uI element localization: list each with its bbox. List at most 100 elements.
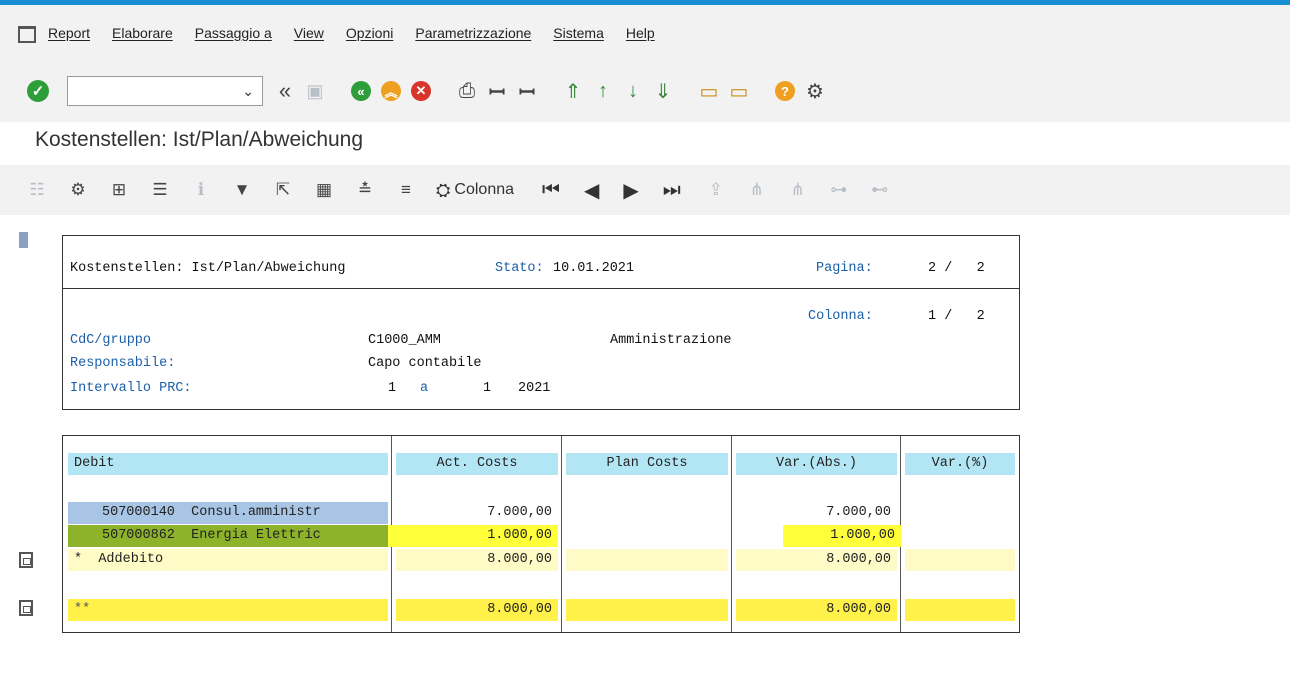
- var-abs-cell-highlighted[interactable]: 1.000,00: [783, 525, 901, 547]
- display-options-icon[interactable]: ⊞: [108, 179, 130, 201]
- intervallo-from: 1: [388, 381, 397, 396]
- menu-view[interactable]: View: [294, 25, 324, 41]
- command-field[interactable]: ⌄: [67, 76, 263, 106]
- help-icon[interactable]: ?: [773, 79, 797, 103]
- menu-window-icon[interactable]: [18, 25, 36, 43]
- save-icon[interactable]: ▣: [303, 79, 327, 103]
- menu-bar: Report Elaborare Passaggio a View Opzion…: [0, 5, 1290, 60]
- tree-collapse-icon[interactable]: ⋔: [787, 179, 809, 201]
- act-cost-cell[interactable]: 7.000,00: [396, 502, 558, 524]
- menu-elaborare[interactable]: Elaborare: [112, 25, 173, 41]
- subtotal-var-pct[interactable]: [905, 549, 1015, 571]
- next-page-icon[interactable]: ↓: [621, 79, 645, 103]
- subtotal-var-abs[interactable]: 8.000,00: [736, 549, 897, 571]
- account-number: 507000862: [102, 528, 175, 543]
- act-cost-cell-highlighted[interactable]: 1.000,00: [388, 525, 558, 547]
- report-header: Kostenstellen: Ist/Plan/Abweichung Stato…: [62, 235, 1020, 410]
- subtotal-label: Addebito: [98, 552, 164, 567]
- column-header-debit[interactable]: Debit: [68, 453, 388, 475]
- menu-opzioni[interactable]: Opzioni: [346, 25, 393, 41]
- ok-icon[interactable]: ✓: [27, 80, 49, 102]
- intervallo-a: a: [420, 381, 429, 396]
- shortcut-icon[interactable]: ▭: [727, 79, 751, 103]
- binoculars-icon: ⛭: [436, 179, 451, 200]
- colonna-button[interactable]: ⛭ Colonna: [436, 180, 514, 201]
- first-column-icon[interactable]: ⏮: [542, 179, 560, 202]
- var-pct-cell[interactable]: [905, 525, 1015, 547]
- account-number: 507000140: [102, 505, 175, 520]
- exit-icon[interactable]: ︽: [379, 79, 403, 103]
- tree-structure-icon[interactable]: ⊶: [828, 179, 850, 201]
- menu-sistema[interactable]: Sistema: [553, 25, 604, 41]
- total-expand-icon[interactable]: [19, 600, 33, 616]
- last-column-icon[interactable]: ⏭: [663, 179, 681, 202]
- calculator-icon[interactable]: ▦: [313, 179, 335, 201]
- cdc-value: C1000_AMM: [368, 333, 441, 348]
- subtotal-plan-cost[interactable]: [566, 549, 728, 571]
- cancel-icon[interactable]: ✕: [409, 79, 433, 103]
- first-page-icon[interactable]: ⇑: [561, 79, 585, 103]
- list-layout-icon[interactable]: ☰: [149, 179, 171, 201]
- chevron-down-icon[interactable]: ⌄: [242, 83, 254, 100]
- drilldown-icon[interactable]: ⇱: [272, 179, 294, 201]
- tree-expand-icon[interactable]: ⋔: [746, 179, 768, 201]
- row-marker[interactable]: [19, 232, 28, 248]
- column-header-var-abs[interactable]: Var.(Abs.): [736, 453, 897, 475]
- report-title: Kostenstellen: Ist/Plan/Abweichung: [70, 261, 346, 276]
- plan-cost-cell[interactable]: [566, 525, 728, 547]
- header-divider: [63, 288, 1019, 289]
- total-var-pct[interactable]: [905, 599, 1015, 621]
- pagina-value: 2 / 2: [928, 261, 985, 276]
- stato-label: Stato:: [495, 261, 544, 276]
- tree-network-icon[interactable]: ⊷: [869, 179, 891, 201]
- total-var-abs[interactable]: 8.000,00: [736, 599, 897, 621]
- customize-layout-icon[interactable]: ⚙: [803, 79, 827, 103]
- subtotal-marker: *: [74, 552, 83, 567]
- menu-passaggio-a[interactable]: Passaggio a: [195, 25, 272, 41]
- total-plan-cost[interactable]: [566, 599, 728, 621]
- back-icon[interactable]: «: [349, 79, 373, 103]
- intervallo-to: 1: [483, 381, 492, 396]
- info-icon[interactable]: ℹ: [190, 179, 212, 201]
- table-row-account[interactable]: 507000862 Energia Elettric: [68, 525, 388, 547]
- column-header-act-costs[interactable]: Act. Costs: [396, 453, 558, 475]
- last-page-icon[interactable]: ⇓: [651, 79, 675, 103]
- create-session-icon[interactable]: ▭: [697, 79, 721, 103]
- menu-help[interactable]: Help: [626, 25, 655, 41]
- menu-report[interactable]: Report: [48, 25, 90, 41]
- column-header-plan-costs[interactable]: Plan Costs: [566, 453, 728, 475]
- next-column-icon[interactable]: ▶: [623, 178, 638, 203]
- column-header-var-pct[interactable]: Var.(%): [905, 453, 1015, 475]
- var-abs-cell[interactable]: 7.000,00: [736, 502, 897, 524]
- subtotal-act-cost[interactable]: 8.000,00: [396, 549, 558, 571]
- back-double-arrow-icon[interactable]: «: [273, 78, 297, 103]
- subtotal-row-label[interactable]: * Addebito: [68, 549, 388, 571]
- total-row-label[interactable]: **: [68, 599, 388, 621]
- table-row-account[interactable]: 507000140 Consul.amministr: [68, 502, 388, 524]
- colonna-label: Colonna:: [808, 309, 873, 324]
- pagina-label: Pagina:: [816, 261, 873, 276]
- previous-column-icon[interactable]: ◀: [584, 178, 599, 203]
- responsabile-value: Capo contabile: [368, 356, 482, 371]
- find-icon[interactable]: ꟷ: [485, 79, 509, 104]
- subtotal-expand-icon[interactable]: [19, 552, 33, 568]
- previous-page-icon[interactable]: ↑: [591, 79, 615, 103]
- filter-icon[interactable]: ≡: [395, 179, 417, 201]
- hierarchy-icon[interactable]: ☷: [26, 179, 48, 201]
- standard-toolbar: ✓ ⌄ « ▣ « ︽ ✕ ⎙ ꟷ ꟷ ⇑ ↑ ↓ ⇓ ▭ ▭ ? ⚙: [0, 60, 1290, 122]
- call-report-icon[interactable]: ⚙: [67, 179, 89, 201]
- plan-cost-cell[interactable]: [566, 502, 728, 524]
- print-icon[interactable]: ⎙: [455, 79, 479, 103]
- account-name: Consul.amministr: [191, 505, 321, 520]
- var-pct-cell[interactable]: [905, 502, 1015, 524]
- expand-icon[interactable]: ▼: [231, 179, 253, 201]
- transfer-icon[interactable]: ⇪: [705, 179, 727, 201]
- report-table: Debit Act. Costs Plan Costs Var.(Abs.) V…: [62, 435, 1020, 633]
- menu-parametrizzazione[interactable]: Parametrizzazione: [415, 25, 531, 41]
- total-act-cost[interactable]: 8.000,00: [396, 599, 558, 621]
- find-next-icon[interactable]: ꟷ: [515, 79, 539, 104]
- intervallo-label: Intervallo PRC:: [70, 381, 192, 396]
- page-title: Kostenstellen: Ist/Plan/Abweichung: [35, 128, 364, 151]
- intervallo-year: 2021: [518, 381, 551, 396]
- sort-ascending-icon[interactable]: ≛: [354, 179, 376, 201]
